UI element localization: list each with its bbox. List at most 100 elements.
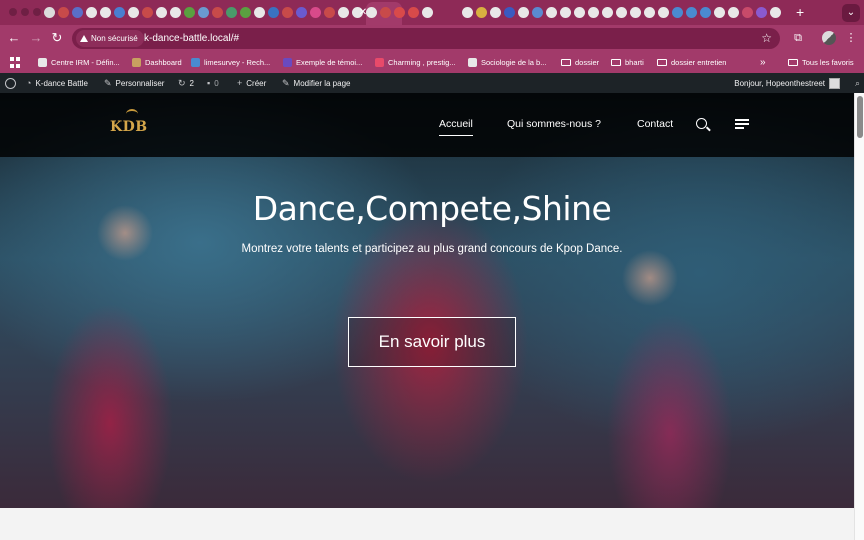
wordpress-logo-icon[interactable]	[5, 73, 16, 93]
bookmark-item[interactable]: Exemple de témoi...	[283, 52, 362, 73]
close-tab-icon[interactable]: ✕	[356, 6, 370, 20]
nav-accueil[interactable]: Accueil	[439, 117, 473, 136]
tab-favicon-icon[interactable]	[546, 7, 557, 18]
bookmark-item[interactable]: dossier	[561, 52, 599, 73]
tab-favicon-icon[interactable]	[184, 7, 195, 18]
tab-favicon-icon[interactable]	[394, 7, 405, 18]
bookmark-favicon-icon	[375, 58, 384, 67]
tab-favicon-icon[interactable]	[756, 7, 767, 18]
tab-favicon-icon[interactable]	[658, 7, 669, 18]
tab-favicon-icon[interactable]	[408, 7, 419, 18]
tab-favicon-icon[interactable]	[532, 7, 543, 18]
tab-favicon-icon[interactable]	[380, 7, 391, 18]
page-scrollbar[interactable]	[854, 93, 864, 540]
tab-favicon-icon[interactable]	[644, 7, 655, 18]
tab-favicon-icon[interactable]	[686, 7, 697, 18]
zoom-window-icon[interactable]	[33, 8, 41, 16]
wp-search-icon[interactable]: ⌕	[855, 73, 860, 93]
tab-favicon-icon[interactable]	[100, 7, 111, 18]
bookmark-item[interactable]: dossier entretien	[657, 52, 726, 73]
tab-favicon-icon[interactable]	[170, 7, 181, 18]
url-text[interactable]: k-dance-battle.local/#	[144, 28, 239, 49]
back-icon[interactable]: ←	[6, 30, 22, 46]
tab-favicon-icon[interactable]	[742, 7, 753, 18]
security-chip[interactable]: Non sécurisé	[76, 30, 144, 47]
bookmark-item[interactable]: limesurvey - Rech...	[191, 52, 270, 73]
wp-site-name[interactable]: ◔ K-dance Battle	[26, 73, 88, 93]
tab-favicon-icon[interactable]	[268, 7, 279, 18]
tab-favicon-icon[interactable]	[296, 7, 307, 18]
tab-search-button[interactable]: ⌄	[842, 4, 860, 22]
tab-favicon-icon[interactable]	[490, 7, 501, 18]
tab-favicon-icon[interactable]	[504, 7, 515, 18]
nav-qui-sommes-nous[interactable]: Qui sommes-nous ?	[507, 117, 601, 131]
wp-new[interactable]: + Créer	[237, 73, 266, 93]
menu-kebab-icon[interactable]: ⋮	[843, 30, 859, 46]
close-window-icon[interactable]	[9, 8, 17, 16]
tab-favicon-icon[interactable]	[254, 7, 265, 18]
tab-favicon-icon[interactable]	[86, 7, 97, 18]
wp-account[interactable]: Bonjour, Hopeonthestreet	[734, 73, 840, 93]
tab-favicon-icon[interactable]	[518, 7, 529, 18]
search-icon[interactable]	[696, 118, 707, 129]
tab-favicon-icon[interactable]	[588, 7, 599, 18]
greeting-label: Bonjour, Hopeonthestreet	[734, 78, 825, 88]
tab-favicon-icon[interactable]	[226, 7, 237, 18]
updates-count: 2	[189, 78, 194, 88]
tab-favicon-icon[interactable]	[324, 7, 335, 18]
minimize-window-icon[interactable]	[21, 8, 29, 16]
all-bookmarks-button[interactable]: Tous les favoris	[788, 52, 854, 73]
tab-favicon-icon[interactable]	[282, 7, 293, 18]
scrollbar-thumb[interactable]	[857, 96, 863, 138]
tab-favicon-icon[interactable]	[44, 7, 55, 18]
forward-icon[interactable]: →	[28, 30, 44, 46]
site-logo[interactable]: KDB	[110, 109, 156, 141]
tab-favicon-icon[interactable]	[700, 7, 711, 18]
apps-grid-icon[interactable]	[10, 57, 21, 68]
learn-more-button[interactable]: En savoir plus	[348, 317, 516, 367]
tab-favicon-icon[interactable]	[462, 7, 473, 18]
tab-favicon-icon[interactable]	[338, 7, 349, 18]
nav-contact[interactable]: Contact	[637, 117, 673, 131]
folder-icon	[657, 59, 667, 66]
tab-favicon-icon[interactable]	[128, 7, 139, 18]
tab-favicon-icon[interactable]	[616, 7, 627, 18]
tab-favicon-icon[interactable]	[198, 7, 209, 18]
tab-favicon-icon[interactable]	[574, 7, 585, 18]
wp-comments[interactable]: ▪ 0	[207, 73, 219, 93]
bookmark-item[interactable]: Centre IRM - Défin...	[38, 52, 120, 73]
bookmark-star-icon[interactable]: ☆	[761, 28, 772, 49]
hamburger-menu-icon[interactable]	[735, 119, 749, 129]
tab-favicon-icon[interactable]	[156, 7, 167, 18]
wp-updates[interactable]: ↻ 2	[178, 73, 194, 93]
tab-favicon-icon[interactable]	[240, 7, 251, 18]
bookmark-item[interactable]: Dashboard	[132, 52, 182, 73]
tab-favicon-icon[interactable]	[476, 7, 487, 18]
tab-favicon-icon[interactable]	[422, 7, 433, 18]
tab-favicon-icon[interactable]	[770, 7, 781, 18]
wp-customize[interactable]: ✎ Personnaliser	[104, 73, 164, 93]
wp-edit-page[interactable]: ✎ Modifier la page	[282, 73, 350, 93]
tab-favicon-icon[interactable]	[714, 7, 725, 18]
tab-favicon-icon[interactable]	[310, 7, 321, 18]
tab-favicon-icon[interactable]	[602, 7, 613, 18]
tab-favicon-icon[interactable]	[672, 7, 683, 18]
profile-avatar[interactable]	[822, 31, 836, 45]
bookmark-item[interactable]: bharti	[611, 52, 644, 73]
hero-title: Dance,Compete,Shine	[252, 189, 612, 228]
address-bar[interactable]: Non sécurisé k-dance-battle.local/# ☆	[72, 28, 780, 49]
extensions-icon[interactable]: ⧉	[790, 30, 806, 46]
tab-favicon-icon[interactable]	[560, 7, 571, 18]
bookmark-item[interactable]: Sociologie de la b...	[468, 52, 546, 73]
tab-favicon-icon[interactable]	[630, 7, 641, 18]
tab-favicon-icon[interactable]	[72, 7, 83, 18]
bookmark-item[interactable]: Charming , prestig...	[375, 52, 456, 73]
new-tab-button[interactable]: +	[796, 4, 804, 20]
tab-favicon-icon[interactable]	[728, 7, 739, 18]
tab-favicon-icon[interactable]	[212, 7, 223, 18]
tab-favicon-icon[interactable]	[114, 7, 125, 18]
tab-favicon-icon[interactable]	[58, 7, 69, 18]
tab-favicon-icon[interactable]	[142, 7, 153, 18]
more-bookmarks-icon[interactable]: »	[760, 52, 766, 73]
reload-icon[interactable]: ↻	[49, 30, 65, 46]
